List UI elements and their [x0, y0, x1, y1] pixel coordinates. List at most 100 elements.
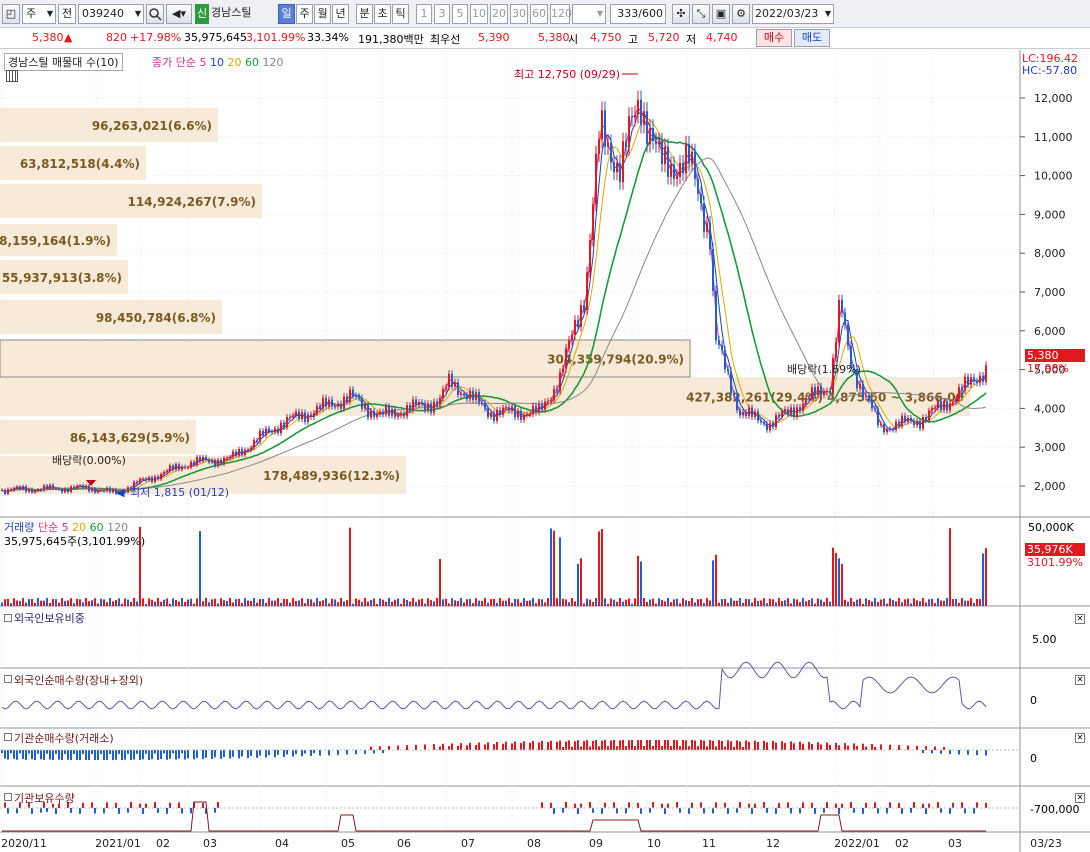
- volume-bar: [955, 598, 957, 606]
- tab-second[interactable]: 초: [374, 4, 391, 24]
- candle: [550, 400, 552, 402]
- close-icon[interactable]: ✕: [1075, 675, 1085, 685]
- candle: [256, 440, 258, 442]
- period-select[interactable]: 주 ▼: [22, 4, 56, 24]
- candle: [673, 164, 675, 179]
- candle: [325, 397, 327, 407]
- volume-bar: [52, 598, 54, 606]
- count-field[interactable]: 333/600: [610, 4, 666, 24]
- num-3[interactable]: 3: [434, 4, 450, 24]
- inst-net-bar: [787, 802, 789, 808]
- foreign-net-bar: [898, 745, 900, 750]
- crosshair-icon[interactable]: ✣: [672, 4, 690, 24]
- sound-icon[interactable]: ◀▾: [166, 4, 192, 24]
- candle: [361, 397, 363, 409]
- panel-icon[interactable]: [4, 793, 12, 801]
- quote-volume: 35,975,645: [184, 31, 247, 44]
- date-field[interactable]: 2022/03/23 ▼: [752, 4, 834, 24]
- inst-net-bar: [952, 802, 954, 808]
- panel-icon[interactable]: [4, 733, 12, 741]
- candle: [103, 490, 105, 492]
- panel-icon[interactable]: [4, 675, 12, 683]
- tab-year[interactable]: 년: [332, 4, 349, 24]
- volume-bar: [742, 602, 744, 606]
- candle: [148, 477, 150, 481]
- inst-net-bar: [835, 803, 837, 808]
- code-input[interactable]: 039240 ▼: [78, 4, 144, 24]
- foreign-net-bar: [820, 744, 822, 750]
- foreign-net-bar: [166, 750, 168, 760]
- main-legend-title[interactable]: 경남스틸 매물대 수(10): [4, 53, 123, 71]
- foreign-net-bar: [742, 746, 744, 750]
- foreign-net-bar: [256, 750, 258, 758]
- candle: [406, 405, 408, 417]
- foreign-net-bar: [406, 745, 408, 750]
- volume-bar: [121, 603, 123, 606]
- volume-bar: [406, 599, 408, 606]
- sell-button[interactable]: 매도: [794, 29, 830, 47]
- foreign-net-bar: [58, 750, 60, 760]
- foreign-net-bar: [649, 739, 651, 750]
- inst-net-bar: [166, 808, 168, 814]
- volume-bar: [49, 602, 51, 606]
- type-select[interactable]: 전: [58, 4, 76, 24]
- foreign-net-bar: [448, 746, 450, 750]
- foreign-net-bar: [670, 746, 672, 750]
- tab-week[interactable]: 주: [296, 4, 313, 24]
- foreign-net-bar: [319, 750, 321, 756]
- custom-num-select[interactable]: ▼: [572, 4, 606, 24]
- close-icon[interactable]: ✕: [1075, 614, 1085, 624]
- draw-tool-icon[interactable]: ⤡: [692, 4, 710, 24]
- volume-value: 35,975,645주(3,101.99%): [4, 535, 146, 548]
- num-30[interactable]: 30: [510, 4, 528, 24]
- foreign-net-bar: [121, 750, 123, 761]
- gear-icon[interactable]: ⚙: [732, 4, 750, 24]
- search-icon[interactable]: [146, 4, 164, 24]
- num-5[interactable]: 5: [452, 4, 468, 24]
- time-axis-label: 07: [461, 837, 475, 850]
- volume-bar: [70, 598, 72, 606]
- chart-area[interactable]: 12,000 11,000 10,000 9,000 8,000 7,000 6,000 5,…: [0, 50, 1090, 852]
- window-icon[interactable]: ◰: [2, 4, 20, 24]
- table-icon[interactable]: [6, 70, 18, 82]
- candle: [496, 409, 498, 421]
- close-icon[interactable]: ✕: [1075, 793, 1085, 803]
- close-icon[interactable]: ✕: [1075, 733, 1085, 743]
- panel-icon[interactable]: [4, 614, 12, 622]
- candle: [811, 387, 813, 399]
- candle: [157, 476, 159, 480]
- num-120[interactable]: 120: [550, 4, 572, 24]
- volume-bar: [454, 600, 456, 606]
- num-60[interactable]: 60: [530, 4, 548, 24]
- candle: [412, 399, 414, 411]
- tab-tick[interactable]: 틱: [392, 4, 409, 24]
- volume-bar: [574, 601, 576, 606]
- volume-bar: [847, 601, 849, 606]
- tab-day[interactable]: 일: [278, 4, 295, 24]
- save-icon[interactable]: ▣: [712, 4, 730, 24]
- candle: [778, 414, 780, 417]
- inst-net-bar: [178, 802, 180, 808]
- num-20[interactable]: 20: [490, 4, 508, 24]
- volume-bar: [640, 561, 642, 606]
- candle: [601, 110, 603, 140]
- volume-bar: [190, 598, 192, 606]
- buy-button[interactable]: 매수: [756, 29, 792, 47]
- candle: [844, 312, 846, 325]
- foreign-net-bar: [916, 745, 918, 750]
- tab-minute[interactable]: 분: [356, 4, 373, 24]
- volume-bar: [577, 563, 579, 606]
- tab-month[interactable]: 월: [314, 4, 331, 24]
- volume-bar: [235, 599, 237, 606]
- foreign-net-bar: [640, 739, 642, 750]
- foreign-net-bar: [205, 750, 207, 758]
- candle: [295, 411, 297, 416]
- num-1[interactable]: 1: [416, 4, 432, 24]
- low-annotation: 최저 1,815 (01/12): [130, 486, 229, 499]
- volume-bar: [445, 598, 447, 606]
- volume-profile-label: 28,159,164(1.9%): [0, 234, 111, 248]
- num-10[interactable]: 10: [470, 4, 488, 24]
- volume-bar: [154, 601, 156, 606]
- foreign-net-bar: [397, 745, 399, 750]
- volume-bar: [484, 598, 486, 606]
